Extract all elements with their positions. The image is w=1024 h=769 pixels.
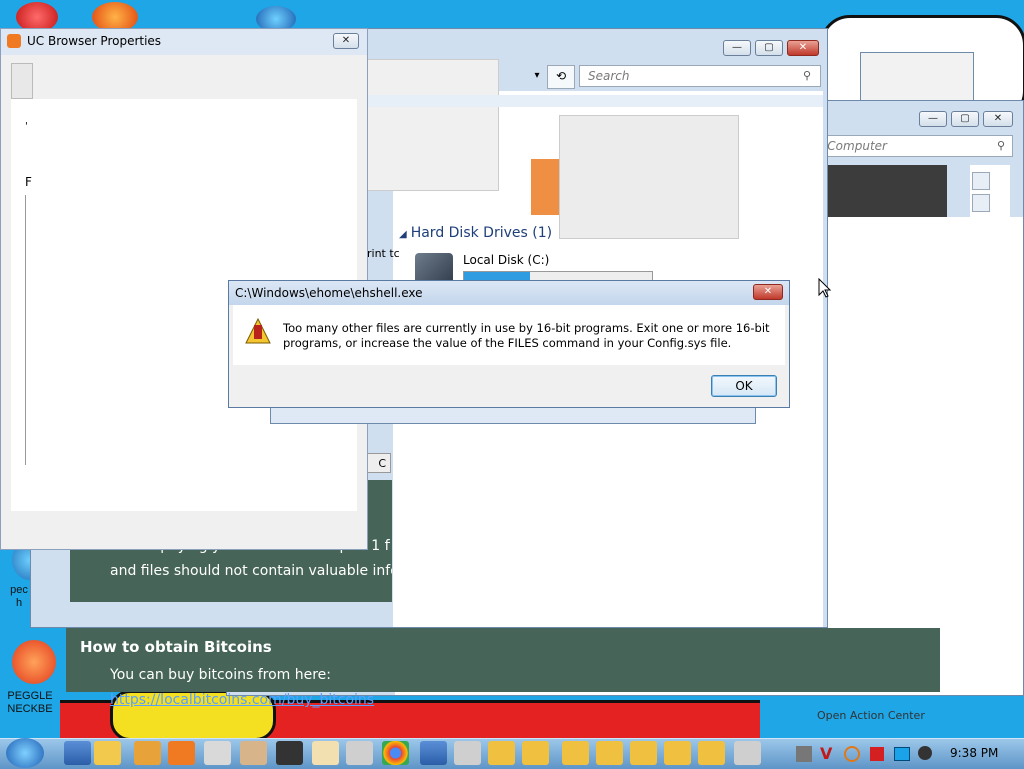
mouse-cursor xyxy=(818,277,832,298)
tray-icon-search[interactable] xyxy=(844,746,860,762)
taskbar-app-icon-8[interactable] xyxy=(562,741,589,765)
tray-icon-v[interactable]: V xyxy=(820,744,832,763)
taskbar-app-icon-9[interactable] xyxy=(596,741,623,765)
uc-partial-a: ' xyxy=(25,121,28,132)
taskbar-chrome-icon[interactable] xyxy=(382,741,409,765)
back-refresh-icon[interactable]: ⟲ xyxy=(547,65,575,89)
taskbar-media-icon[interactable] xyxy=(134,741,161,765)
back-maximize-button[interactable]: ▢ xyxy=(755,40,783,56)
info-line-2: and files should not contain valuable in… xyxy=(110,563,392,579)
back-search-input[interactable]: Search xyxy=(579,65,821,87)
taskbar-clock[interactable]: 9:38 PM xyxy=(950,746,998,760)
back-left-pane xyxy=(367,59,499,191)
bitcoin-body: You can buy bitcoins from here: xyxy=(110,667,332,683)
start-button[interactable] xyxy=(6,738,44,768)
uc-app-icon xyxy=(7,34,21,48)
taskbar-app-icon-6[interactable] xyxy=(488,741,515,765)
uc-tab-strip xyxy=(11,63,33,99)
tray-icon-1[interactable] xyxy=(796,746,812,762)
taskbar-uc-icon[interactable] xyxy=(168,741,195,765)
tray-icon-volume[interactable] xyxy=(918,746,932,760)
computer-minimize-button[interactable]: — xyxy=(919,111,947,127)
taskbar-ie-icon[interactable] xyxy=(64,741,91,765)
back-search-icon[interactable]: ⚲ xyxy=(803,69,815,82)
print-text: rint tc xyxy=(367,247,400,260)
desktop-icon-peggle-label: PEGGLE NECKBE xyxy=(7,690,53,715)
error-dialog[interactable]: C:\Windows\ehome\ehshell.exe ✕ Too many … xyxy=(228,280,790,408)
ok-button[interactable]: OK xyxy=(711,375,777,397)
taskbar-app-icon-10[interactable] xyxy=(630,741,657,765)
dialog-message-line-1: Too many other files are currently in us… xyxy=(283,321,770,335)
action-center-text: Open Action Center xyxy=(817,709,925,722)
taskbar-app-icon-11[interactable] xyxy=(664,741,691,765)
back-minimize-button[interactable]: — xyxy=(723,40,751,56)
dialog-title: C:\Windows\ehome\ehshell.exe xyxy=(235,286,423,300)
bitcoin-link[interactable]: https://localbitcoins.com/buy_bitcoins xyxy=(110,692,374,708)
dialog-close-button[interactable]: ✕ xyxy=(753,284,783,300)
uc-inner-frame xyxy=(25,195,30,465)
bitcoin-heading: How to obtain Bitcoins xyxy=(80,638,272,656)
hard-disk-header[interactable]: ◢ Hard Disk Drives (1) xyxy=(399,225,552,241)
computer-close-button[interactable]: ✕ xyxy=(983,111,1013,127)
taskbar-7zip-icon[interactable] xyxy=(276,741,303,765)
taskbar-app-icon-3[interactable] xyxy=(346,741,373,765)
taskbar-window-icon[interactable] xyxy=(204,741,231,765)
computer-side-button-a[interactable] xyxy=(972,172,990,190)
local-disk-label[interactable]: Local Disk (C:) xyxy=(463,253,549,267)
taskbar-app-icon-12[interactable] xyxy=(698,741,725,765)
back-button-fragment[interactable]: C xyxy=(367,453,391,473)
taskbar-app-icon-4[interactable] xyxy=(420,741,447,765)
uc-close-button[interactable]: ✕ xyxy=(333,33,359,49)
taskbar-app-icon-1[interactable] xyxy=(240,741,267,765)
taskbar-folder-icon[interactable] xyxy=(94,741,121,765)
collapse-arrow-icon: ◢ xyxy=(399,229,407,240)
back-close-button[interactable]: ✕ xyxy=(787,40,819,56)
computer-search-icon[interactable]: ⚲ xyxy=(997,139,1009,152)
computer-right-column xyxy=(970,165,1010,695)
tray-icon-monitor[interactable] xyxy=(894,747,910,761)
tray-icon-flag[interactable] xyxy=(870,747,884,761)
dialog-body xyxy=(233,305,785,365)
back-orange-thumb xyxy=(531,159,559,215)
dialog-message-line-2: programs, or increase the value of the F… xyxy=(283,336,732,350)
uc-partial-b: F xyxy=(25,175,32,189)
taskbar-app-icon-2[interactable] xyxy=(312,741,339,765)
taskbar-app-icon-5[interactable] xyxy=(454,741,481,765)
back-address-strip xyxy=(367,95,823,107)
uc-window-title: UC Browser Properties xyxy=(27,34,162,48)
computer-maximize-button[interactable]: ▢ xyxy=(951,111,979,127)
warning-icon xyxy=(245,317,271,345)
desktop-icon-peggle[interactable] xyxy=(12,640,56,684)
back-gray-panel xyxy=(559,115,739,239)
computer-side-button-b[interactable] xyxy=(972,194,990,212)
taskbar-app-icon-7[interactable] xyxy=(522,741,549,765)
taskbar-app-icon-13[interactable] xyxy=(734,741,761,765)
back-nav-dropdown[interactable]: ▾ xyxy=(529,65,545,87)
